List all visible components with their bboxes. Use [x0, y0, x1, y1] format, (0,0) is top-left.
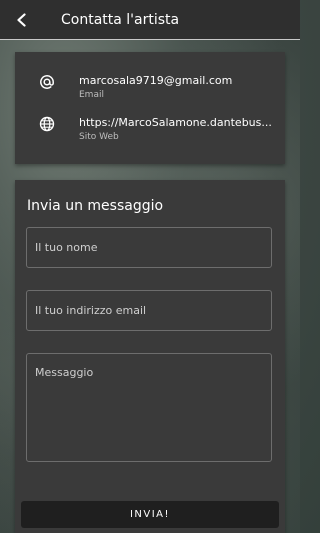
website-label: Sito Web — [79, 132, 119, 142]
send-button[interactable]: INVIA! — [21, 501, 279, 528]
chevron-left-icon — [17, 12, 26, 27]
website-value: https://MarcoSalamone.dantebus... — [79, 116, 272, 129]
message-textarea[interactable]: Messaggio — [26, 353, 272, 462]
email-label: Email — [79, 90, 104, 100]
page-title: Contatta l'artista — [61, 11, 180, 28]
globe-icon — [36, 113, 58, 135]
at-sign-icon — [36, 71, 58, 93]
email-value: marcosala9719@gmail.com — [79, 74, 233, 87]
contact-info-card: marcosala9719@gmail.com Email https://Ma… — [15, 52, 285, 164]
contact-row-email[interactable]: marcosala9719@gmail.com Email — [15, 68, 285, 108]
back-button[interactable] — [0, 0, 44, 39]
message-form-title: Invia un messaggio — [27, 198, 164, 214]
contact-row-website[interactable]: https://MarcoSalamone.dantebus... Sito W… — [15, 110, 285, 150]
email-input[interactable]: Il tuo indirizzo email — [26, 290, 272, 331]
message-form-card: Invia un messaggio Il tuo nome Il tuo in… — [15, 180, 285, 533]
app-bar: Contatta l'artista — [0, 0, 300, 40]
name-input[interactable]: Il tuo nome — [26, 227, 272, 268]
